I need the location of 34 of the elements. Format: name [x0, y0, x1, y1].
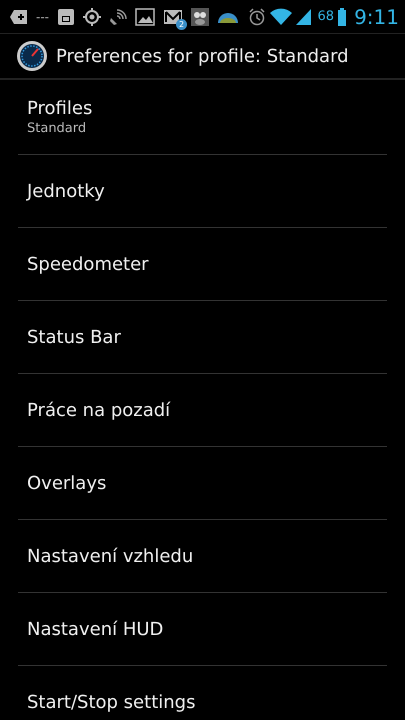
screen-title: Preferences for profile: Standard	[56, 46, 349, 66]
preference-item[interactable]: Jednotky	[18, 155, 387, 228]
clock: 9:11	[354, 4, 399, 28]
preference-title: Nastavení HUD	[27, 618, 164, 640]
preference-title: Overlays	[27, 472, 108, 494]
preference-item[interactable]: Práce na pozadí	[18, 374, 387, 447]
satellite-icon	[109, 8, 127, 26]
mail-badge: 2	[176, 18, 187, 30]
preference-title: Speedometer	[27, 254, 150, 274]
wifi-icon	[270, 8, 292, 26]
preference-item[interactable]: Status Bar	[18, 301, 387, 374]
alarm-icon	[248, 8, 266, 26]
preference-item[interactable]: Start/Stop settings	[18, 666, 387, 720]
preference-item[interactable]: Overlays	[18, 447, 387, 520]
status-dashes: ---	[36, 10, 49, 24]
gps-icon	[83, 8, 101, 26]
window-icon	[57, 8, 75, 26]
preference-title: Status Bar	[27, 326, 122, 348]
preference-summary: Standard	[27, 121, 88, 136]
preference-title: Jednotky	[27, 180, 106, 202]
preference-item[interactable]: Speedometer	[18, 228, 387, 301]
speedometer-icon[interactable]	[16, 40, 48, 72]
preference-title: Start/Stop settings	[27, 692, 196, 712]
preference-title: Profiles	[27, 98, 94, 119]
preference-item[interactable]: Nastavení vzhledu	[18, 520, 387, 593]
image-icon	[135, 8, 155, 26]
preference-item[interactable]: Profiles Standard	[18, 80, 387, 155]
battery-level: 68	[318, 9, 334, 24]
battery-icon	[338, 8, 346, 26]
preference-title: Práce na pozadí	[27, 400, 172, 420]
preference-title: Nastavení vzhledu	[27, 546, 194, 566]
preference-item[interactable]: Nastavení HUD	[18, 593, 387, 666]
add-icon	[10, 8, 28, 24]
signal-icon	[296, 8, 312, 26]
